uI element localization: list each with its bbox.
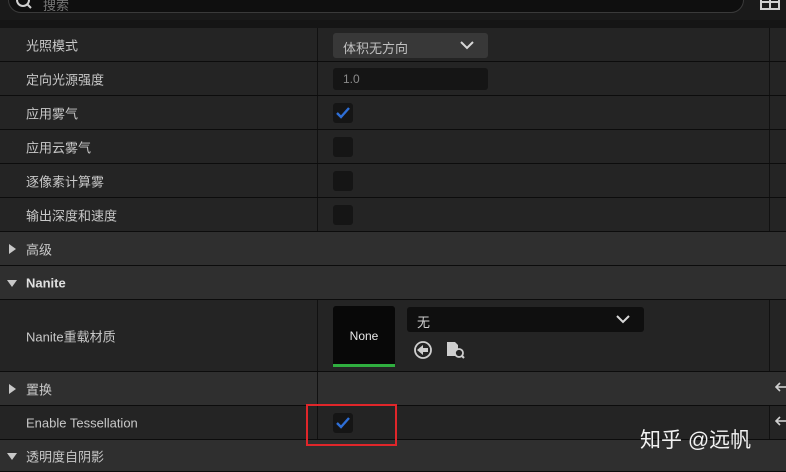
apply-fog-checkbox[interactable] (333, 102, 353, 123)
section-advanced[interactable]: 高级 (0, 232, 786, 266)
watermark: 知乎 @远帆 (640, 429, 752, 452)
property-row-lighting-mode: 光照模式 体积无方向 (0, 28, 786, 62)
reset-to-default-icon[interactable] (775, 382, 786, 392)
property-label: 应用雾气 (26, 106, 79, 121)
section-label: 高级 (26, 242, 53, 257)
reset-to-default-icon[interactable] (775, 416, 786, 426)
output-depth-velocity-checkbox[interactable] (333, 204, 353, 225)
property-row-apply-fog: 应用雾气 (0, 96, 786, 130)
chevron-down-icon (616, 315, 630, 324)
property-row-output-depth-velocity: 输出深度和速度 (0, 198, 786, 232)
expand-arrow-icon (9, 383, 16, 394)
property-label: 定向光源强度 (26, 72, 105, 87)
property-label: Nanite重载材质 (26, 329, 116, 344)
lighting-mode-dropdown[interactable]: 体积无方向 (333, 33, 488, 58)
apply-cloud-fog-checkbox[interactable] (333, 136, 353, 157)
section-nanite[interactable]: Nanite (0, 266, 786, 300)
highlight-annotation-box (306, 404, 397, 446)
section-label: 透明度自阴影 (26, 449, 105, 464)
browse-asset-icon[interactable] (445, 340, 465, 360)
chevron-down-icon (460, 41, 474, 50)
property-label: 光照模式 (26, 38, 79, 53)
search-icon (16, 0, 32, 9)
collapse-arrow-icon (7, 279, 17, 287)
property-row-directional-intensity: 定向光源强度 1.0 (0, 62, 786, 96)
material-dropdown[interactable]: 无 (407, 307, 644, 332)
property-row-apply-cloud-fog: 应用云雾气 (0, 130, 786, 164)
thumbnail-text: None (349, 329, 379, 343)
checkmark-icon (336, 106, 350, 119)
collapse-arrow-icon (7, 452, 17, 460)
property-row-nanite-override: Nanite重载材质 None 无 (0, 300, 786, 372)
directional-intensity-input[interactable]: 1.0 (333, 68, 488, 90)
dropdown-value: 体积无方向 (343, 41, 409, 56)
property-label: Enable Tessellation (26, 415, 138, 430)
section-label: Nanite (26, 275, 66, 290)
property-label: 应用云雾气 (26, 140, 92, 155)
property-row-per-pixel-fog: 逐像素计算雾 (0, 164, 786, 198)
property-label: 输出深度和速度 (26, 208, 118, 223)
grid-view-icon[interactable] (760, 0, 780, 10)
dropdown-value: 无 (417, 315, 431, 330)
top-bar (0, 0, 786, 20)
search-input[interactable] (43, 0, 643, 13)
material-thumbnail[interactable]: None (333, 306, 395, 367)
expand-arrow-icon (9, 243, 16, 254)
search-box[interactable] (8, 0, 744, 13)
use-selected-asset-icon[interactable] (413, 340, 433, 360)
property-label: 逐像素计算雾 (26, 174, 105, 189)
thumbnail-type-bar (333, 364, 395, 367)
section-label: 置换 (26, 382, 53, 397)
per-pixel-fog-checkbox[interactable] (333, 170, 353, 191)
section-displacement[interactable]: 置换 (0, 372, 786, 406)
